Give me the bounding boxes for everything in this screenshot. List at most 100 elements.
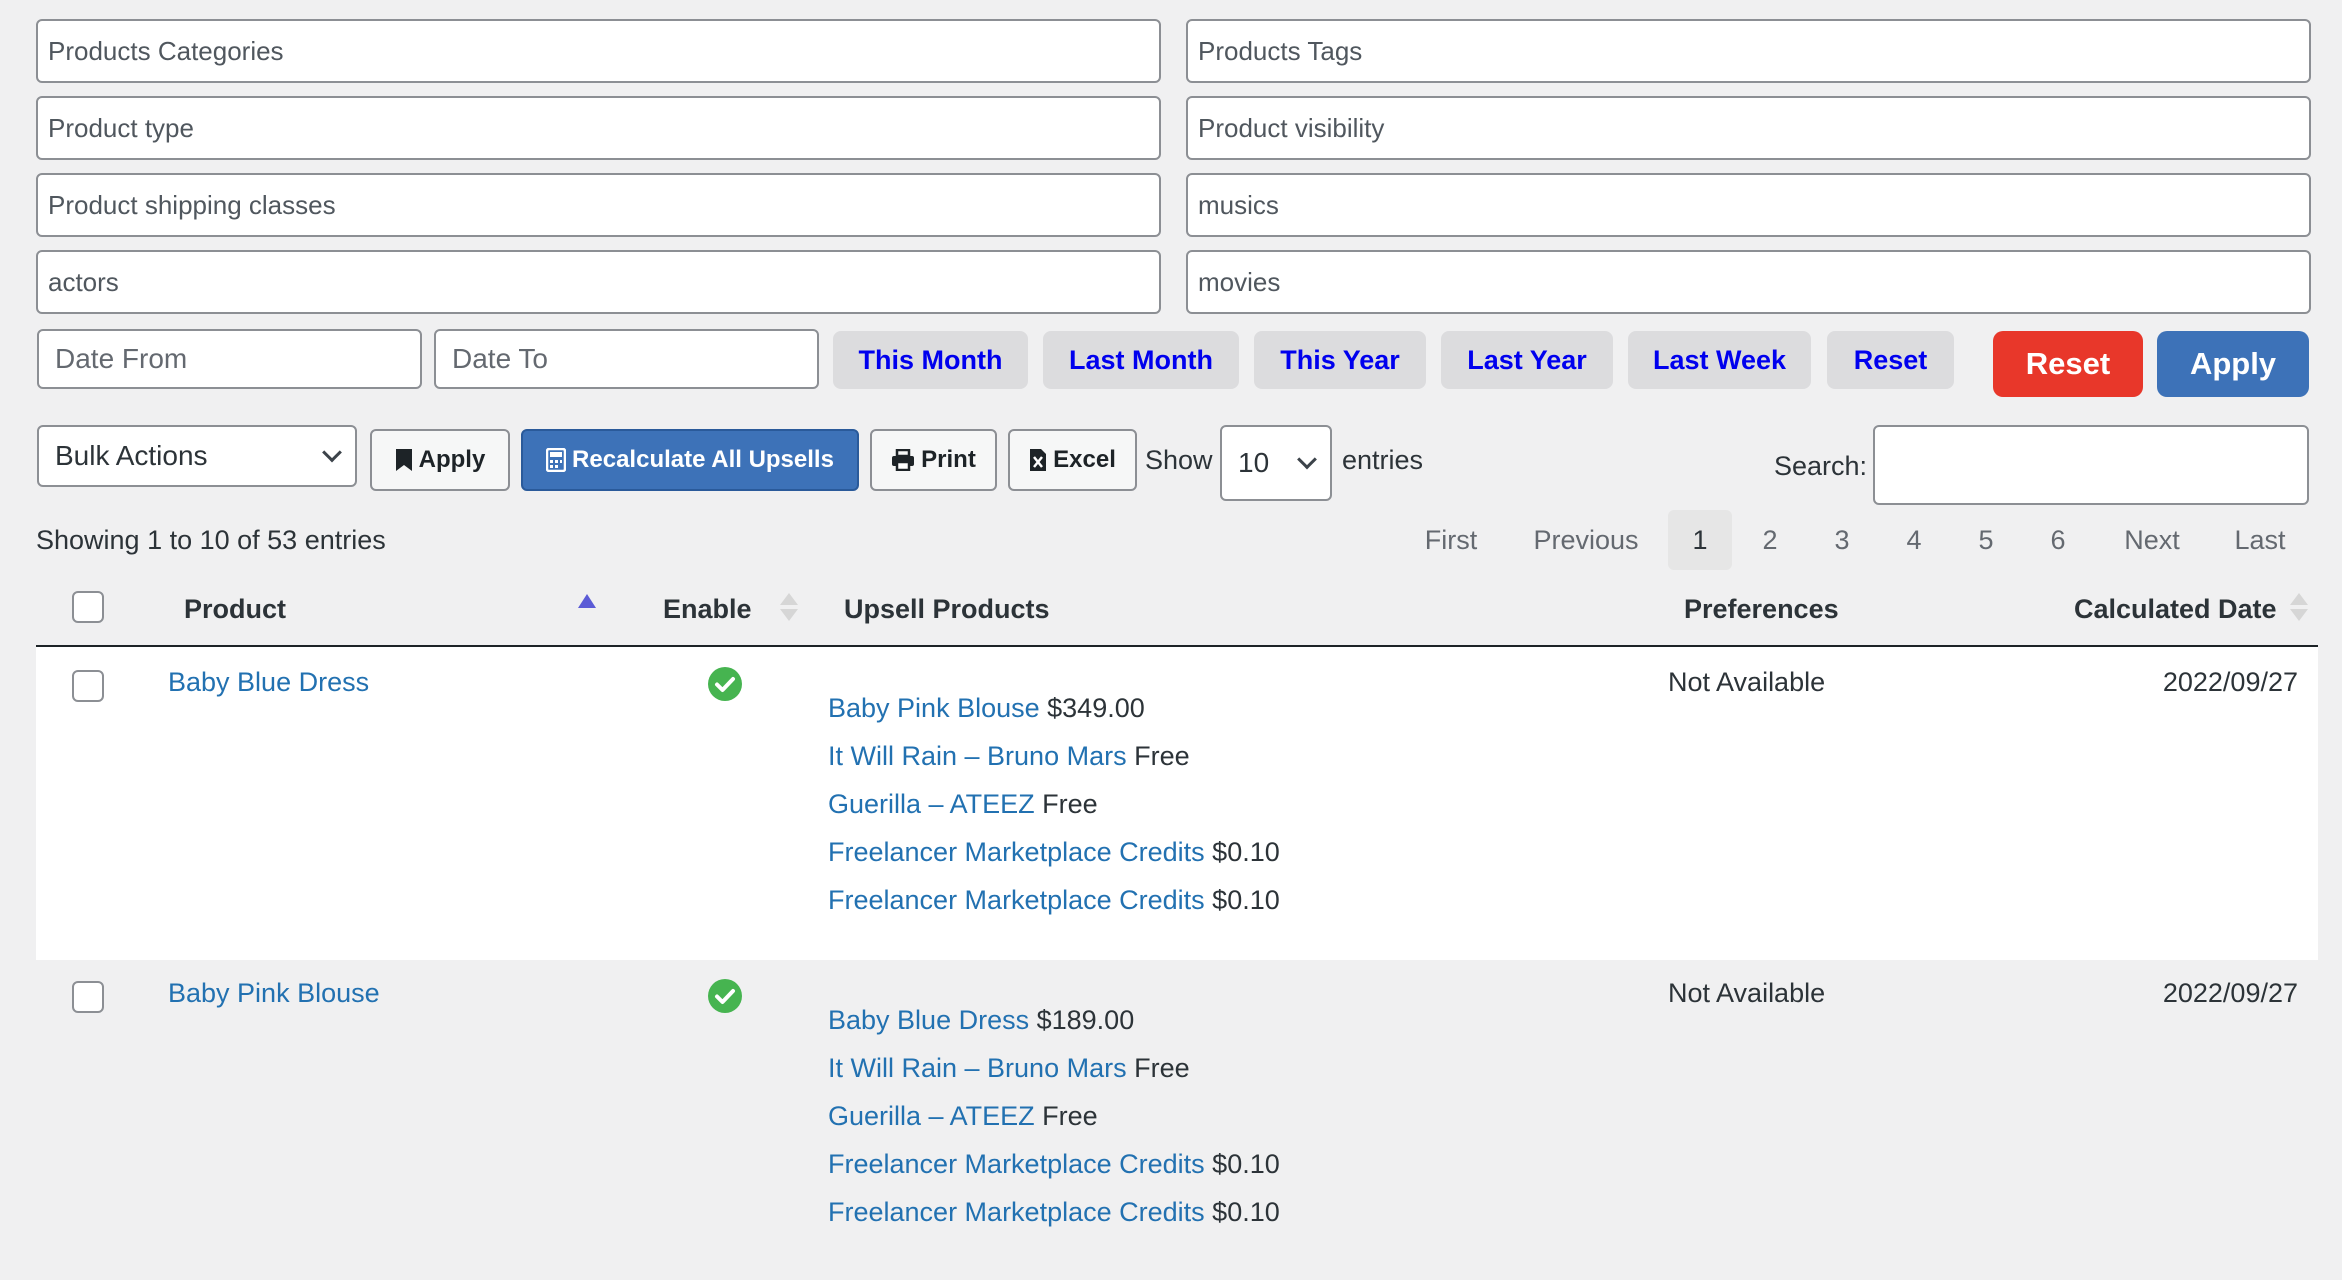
excel-label: Excel — [1053, 446, 1116, 473]
enabled-check-icon — [708, 667, 742, 701]
actors-placeholder: actors — [48, 266, 119, 297]
upsell-product-link[interactable]: Freelancer Marketplace Credits — [828, 1197, 1205, 1227]
product-link[interactable]: Baby Pink Blouse — [168, 978, 380, 1009]
upsell-price: $189.00 — [1036, 1005, 1135, 1035]
upsell-price: Free — [1042, 1101, 1098, 1131]
upsell-item: It Will Rain – Bruno Mars Free — [828, 741, 1190, 772]
date-reset-button[interactable]: Reset — [1827, 331, 1954, 389]
entries-per-page-select[interactable]: 10 — [1220, 425, 1332, 501]
bulk-actions-select[interactable]: Bulk Actions — [37, 425, 357, 487]
print-button[interactable]: Print — [870, 429, 997, 491]
pagination-previous[interactable]: Previous — [1522, 510, 1650, 570]
musics-select[interactable]: musics — [1186, 173, 2311, 237]
product-type-placeholder: Product type — [48, 112, 194, 143]
upsell-item: Freelancer Marketplace Credits $0.10 — [828, 837, 1280, 868]
upsell-product-link[interactable]: Guerilla – ATEEZ — [828, 789, 1035, 819]
actors-select[interactable]: actors — [36, 250, 1161, 314]
movies-placeholder: movies — [1198, 266, 1281, 297]
enable-column-header[interactable]: Enable — [663, 594, 752, 625]
show-label: Show — [1145, 445, 1213, 475]
search-input[interactable] — [1873, 425, 2309, 505]
select-all-checkbox[interactable] — [72, 591, 104, 623]
chevron-down-icon — [322, 442, 342, 463]
products-categories-placeholder: Products Categories — [48, 35, 284, 66]
upsell-product-link[interactable]: It Will Rain – Bruno Mars — [828, 1053, 1127, 1083]
date-from-placeholder: Date From — [55, 343, 188, 374]
sort-ascending-icon — [578, 594, 596, 608]
product-visibility-select[interactable]: Product visibility — [1186, 96, 2311, 160]
upsell-product-link[interactable]: Guerilla – ATEEZ — [828, 1101, 1035, 1131]
reset-button[interactable]: Reset — [1993, 331, 2143, 397]
upsell-product-link[interactable]: Baby Blue Dress — [828, 1005, 1029, 1035]
upsell-product-link[interactable]: Freelancer Marketplace Credits — [828, 837, 1205, 867]
apply-filters-button[interactable]: Apply — [2157, 331, 2309, 397]
calculated-date-column-header[interactable]: Calculated Date — [2074, 594, 2277, 625]
recalculate-label: Recalculate All Upsells — [572, 446, 834, 473]
row-checkbox[interactable] — [72, 981, 104, 1013]
this-year-button[interactable]: This Year — [1254, 331, 1426, 389]
upsell-price: Free — [1042, 789, 1098, 819]
upsell-price: $349.00 — [1047, 693, 1145, 723]
upsell-item: Guerilla – ATEEZ Free — [828, 789, 1098, 820]
upsell-product-link[interactable]: It Will Rain – Bruno Mars — [828, 741, 1127, 771]
product-visibility-placeholder: Product visibility — [1198, 112, 1385, 143]
musics-placeholder: musics — [1198, 189, 1279, 220]
last-year-button[interactable]: Last Year — [1441, 331, 1613, 389]
print-label: Print — [921, 446, 976, 473]
preferences-column-header: Preferences — [1684, 594, 1839, 624]
excel-button[interactable]: Excel — [1008, 429, 1137, 491]
calculated-date-value: 2022/09/27 — [2162, 667, 2298, 697]
preferences-value: Not Available — [1668, 978, 1826, 1008]
entries-info: Showing 1 to 10 of 53 entries — [36, 525, 386, 555]
pagination-page-3[interactable]: 3 — [1810, 510, 1874, 570]
upsell-price: $0.10 — [1212, 885, 1280, 915]
product-link[interactable]: Baby Blue Dress — [168, 667, 369, 698]
this-month-button[interactable]: This Month — [833, 331, 1028, 389]
last-week-button[interactable]: Last Week — [1628, 331, 1811, 389]
products-tags-select[interactable]: Products Tags — [1186, 19, 2311, 83]
row-checkbox[interactable] — [72, 670, 104, 702]
product-type-select[interactable]: Product type — [36, 96, 1161, 160]
excel-file-icon — [1030, 449, 1047, 471]
upsell-product-link[interactable]: Freelancer Marketplace Credits — [828, 885, 1205, 915]
bulk-actions-value: Bulk Actions — [55, 440, 208, 471]
upsell-price: Free — [1134, 741, 1190, 771]
table-row: Baby Pink Blouse Baby Blue Dress $189.00… — [36, 960, 2318, 1272]
upsell-item: Freelancer Marketplace Credits $0.10 — [828, 1197, 1280, 1228]
product-shipping-classes-select[interactable]: Product shipping classes — [36, 173, 1161, 237]
upsell-item: Baby Blue Dress $189.00 — [828, 1005, 1134, 1036]
chevron-down-icon — [1297, 449, 1317, 470]
entries-label: entries — [1342, 445, 1424, 475]
upsell-price: $0.10 — [1212, 1197, 1280, 1227]
pagination-page-4[interactable]: 4 — [1882, 510, 1946, 570]
upsell-item: Guerilla – ATEEZ Free — [828, 1101, 1098, 1132]
sort-both-icon — [2290, 593, 2308, 623]
upsell-item: Freelancer Marketplace Credits $0.10 — [828, 1149, 1280, 1180]
enabled-check-icon — [708, 979, 742, 1013]
search-label: Search: — [1774, 451, 1868, 481]
bulk-apply-button[interactable]: Apply — [370, 429, 510, 491]
pagination-page-1[interactable]: 1 — [1668, 510, 1732, 570]
product-column-header[interactable]: Product — [184, 594, 286, 625]
pagination-page-5[interactable]: 5 — [1954, 510, 2018, 570]
bookmark-icon — [395, 449, 412, 471]
pagination-last[interactable]: Last — [2220, 510, 2300, 570]
upsell-price: Free — [1134, 1053, 1190, 1083]
upsell-product-link[interactable]: Baby Pink Blouse — [828, 693, 1040, 723]
preferences-value: Not Available — [1668, 667, 1826, 697]
date-to-input[interactable]: Date To — [434, 329, 819, 389]
products-categories-select[interactable]: Products Categories — [36, 19, 1161, 83]
date-from-input[interactable]: Date From — [37, 329, 422, 389]
last-month-button[interactable]: Last Month — [1043, 331, 1239, 389]
product-shipping-classes-placeholder: Product shipping classes — [48, 189, 336, 220]
upsell-product-link[interactable]: Freelancer Marketplace Credits — [828, 1149, 1205, 1179]
pagination-next[interactable]: Next — [2110, 510, 2194, 570]
bulk-apply-label: Apply — [418, 446, 486, 473]
products-tags-placeholder: Products Tags — [1198, 35, 1363, 66]
pagination-first[interactable]: First — [1406, 510, 1496, 570]
movies-select[interactable]: movies — [1186, 250, 2311, 314]
pagination-page-2[interactable]: 2 — [1738, 510, 1802, 570]
recalculate-all-upsells-button[interactable]: Recalculate All Upsells — [521, 429, 859, 491]
pagination-page-6[interactable]: 6 — [2026, 510, 2090, 570]
upsell-price: $0.10 — [1212, 837, 1280, 867]
